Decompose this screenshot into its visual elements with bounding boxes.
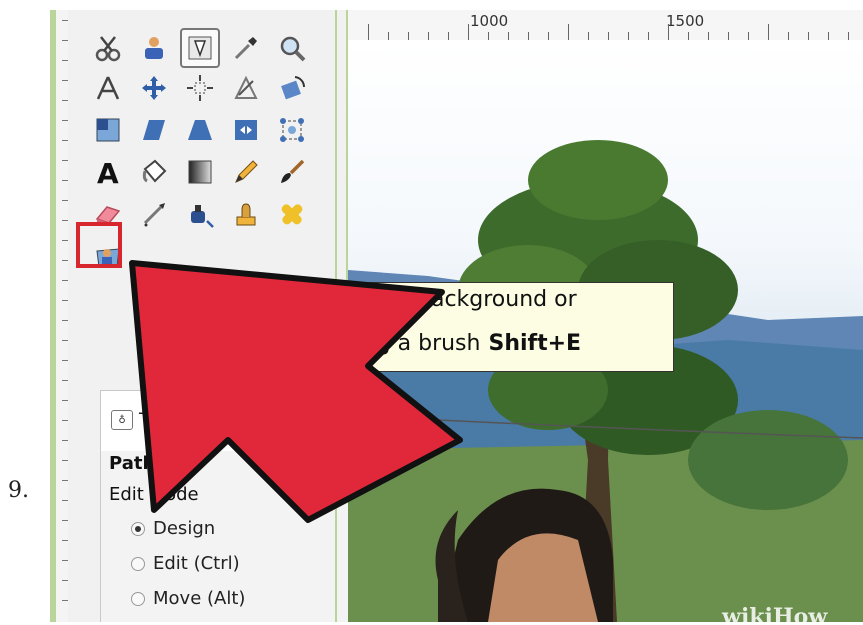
mode-move-label: Move (Alt) [153,588,246,609]
eraser-highlight-box [76,222,122,268]
ruler-tick [568,24,569,40]
scissors-select-icon[interactable] [88,28,128,68]
shear-icon[interactable] [134,110,174,150]
tool-tooltip: background or tr g a brush Shift+E [154,282,674,372]
ruler-tick [548,32,549,40]
paintbrush-icon[interactable] [272,152,312,192]
ruler-label-1000: 1000 [470,12,509,30]
measure-icon[interactable] [88,68,128,108]
ruler-tick [588,32,589,40]
ruler-tick [768,24,769,40]
perspective-icon[interactable] [180,110,220,150]
mode-move-option[interactable]: Move (Alt) [131,588,245,609]
ruler-tick [488,32,489,40]
ruler-tick [528,32,529,40]
mode-edit-label: Edit (Ctrl) [153,553,240,574]
ruler-tick [788,32,789,40]
mode-design-label: Design [153,518,216,539]
ruler-tick [688,32,689,40]
ink-icon[interactable] [180,194,220,234]
tooltip-line1: background or [417,287,577,312]
ruler-tick [608,32,609,40]
color-picker-icon[interactable] [226,28,266,68]
bucket-fill-icon[interactable] [134,152,174,192]
radio-design[interactable] [131,521,145,536]
tooltip-line2-start: tr [159,331,177,356]
ruler-tick [508,32,509,40]
airbrush-icon[interactable] [134,194,174,234]
edit-mode-label: Edit Mode [109,484,199,505]
tooltip-line2-end: g a brush [376,331,481,356]
tool-options-icon: ♁ [111,410,133,430]
tooltip-shortcut: Shift+E [488,331,582,356]
heal-icon[interactable] [272,194,312,234]
ruler-tick [828,32,829,40]
text-icon[interactable]: A [88,152,128,192]
clone-icon[interactable] [226,194,266,234]
wikihow-watermark: wikiHow [722,604,828,622]
blend-icon[interactable] [180,152,220,192]
ruler-tick [708,32,709,40]
ruler-tick [648,32,649,40]
top-ruler: 1000 1500 [348,10,863,41]
tool-options-panel: ♁ Tool Opti Paths Edit Mode Design Edit … [100,390,358,622]
ruler-tick [728,32,729,40]
align-icon[interactable] [180,68,220,108]
ruler-tick [848,32,849,40]
ruler-tick [628,32,629,40]
ruler-tick [388,32,389,40]
ruler-tick [408,32,409,40]
ruler-tick [748,32,749,40]
foreground-select-icon[interactable] [134,28,174,68]
move-icon[interactable] [134,68,174,108]
ruler-tick [468,24,469,40]
tool-options-header[interactable]: ♁ Tool Opti [111,409,222,431]
ruler-tick [428,32,429,40]
ruler-tick [808,32,809,40]
tool-options-title: Tool Opti [139,409,222,431]
ruler-tick [368,24,369,40]
pencil-icon[interactable] [226,152,266,192]
ruler-tick [448,32,449,40]
step-number: 9. [8,478,29,503]
cage-transform-icon[interactable] [272,110,312,150]
tooltip-line2: tr g a brush Shift+E [159,331,581,356]
svg-text:A: A [97,157,119,187]
paths-title: Paths [109,453,166,474]
fg-bg-reset-icon[interactable]: ▪ [168,376,177,391]
ruler-label-1500: 1500 [666,12,705,30]
zoom-icon[interactable] [272,28,312,68]
mode-design-option[interactable]: Design [131,518,215,539]
paths-tool-icon[interactable] [180,28,220,68]
rotate-icon[interactable] [272,68,312,108]
flip-icon[interactable] [226,110,266,150]
screenshot-frame: A ♁ Tool Opti Paths Edit Mode Design Edi… [50,10,863,622]
mode-edit-option[interactable]: Edit (Ctrl) [131,553,240,574]
radio-edit[interactable] [131,556,145,571]
free-transform-icon[interactable] [226,68,266,108]
scale-icon[interactable] [88,110,128,150]
radio-move[interactable] [131,591,145,606]
ruler-tick [668,24,669,40]
